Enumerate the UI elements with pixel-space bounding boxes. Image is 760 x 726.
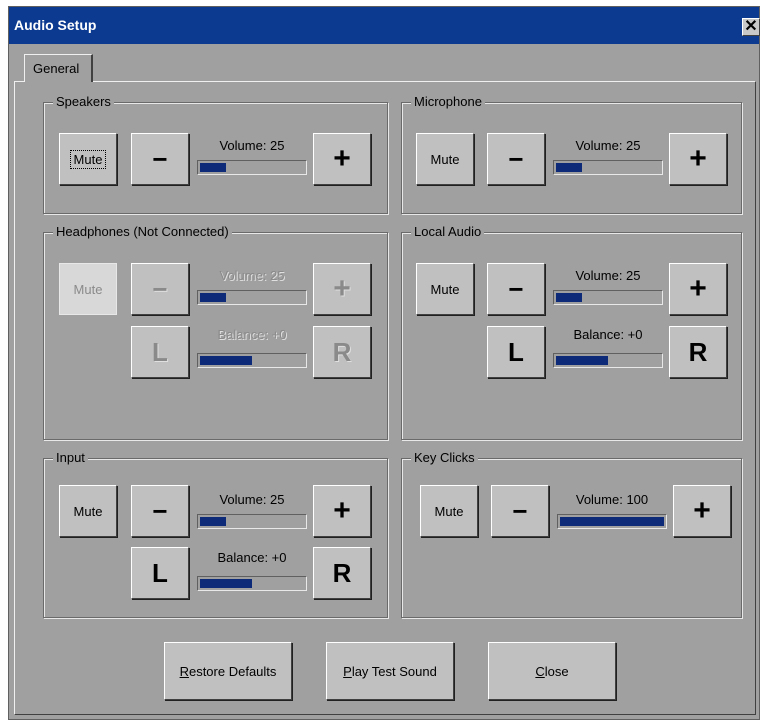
microphone-volume-label: Volume: 25 [575, 138, 641, 153]
headphones-balance-right-button: R [313, 326, 371, 378]
close-label: Close [535, 663, 569, 679]
window-title: Audio Setup [14, 17, 97, 33]
input-volume-fill [200, 517, 226, 526]
speakers-volume-fill [200, 163, 226, 172]
headphones-balance-fill [200, 356, 252, 365]
headphones-balance-left-button: L [131, 326, 189, 378]
play-test-sound-label: Play Test Sound [343, 663, 437, 679]
close-icon: ✕ [744, 18, 758, 35]
title-bar: Audio Setup ✕ [9, 7, 760, 44]
input-balance-left-button[interactable]: L [131, 547, 189, 599]
local-audio-volume-up-button[interactable]: + [669, 263, 727, 315]
microphone-group: Microphone Mute − Volume: 25 + [401, 94, 742, 214]
local-audio-mute-button[interactable]: Mute [416, 263, 474, 315]
plus-icon: + [693, 494, 711, 527]
key-clicks-mute-button[interactable]: Mute [420, 485, 478, 537]
plus-icon: + [689, 142, 707, 175]
microphone-volume-down-button[interactable]: − [487, 133, 545, 185]
balance-left-glyph: L [508, 336, 524, 367]
speakers-volume-label: Volume: 25 [219, 138, 285, 153]
local-audio-balance-label: Balance: +0 [573, 327, 643, 342]
key-clicks-volume-slider[interactable] [557, 514, 667, 529]
microphone-volume-slider[interactable] [553, 160, 663, 175]
balance-right-glyph: R [332, 336, 352, 367]
minus-icon: − [508, 273, 524, 304]
headphones-group: Headphones (Not Connected) Mute − Volume… [43, 224, 388, 440]
input-balance-right-button[interactable]: R [313, 547, 371, 599]
headphones-volume-up-button: + [313, 263, 371, 315]
microphone-group-label: Microphone [411, 94, 485, 109]
speakers-group-label: Speakers [53, 94, 114, 109]
plus-icon: + [689, 272, 707, 305]
local-audio-group-label: Local Audio [411, 224, 485, 239]
tab-general[interactable]: General [24, 54, 93, 82]
speakers-volume-up-button[interactable]: + [313, 133, 371, 185]
minus-icon: − [152, 495, 168, 526]
close-button[interactable]: Close [488, 642, 616, 700]
speakers-group: Speakers Mute − Volume: 25 + [43, 94, 388, 214]
input-volume-label: Volume: 25 [219, 492, 285, 507]
plus-icon: + [333, 142, 351, 175]
play-test-sound-button[interactable]: Play Test Sound [326, 642, 454, 700]
speakers-volume-slider[interactable] [197, 160, 307, 175]
restore-defaults-button[interactable]: Restore Defaults [164, 642, 292, 700]
speakers-volume-down-button[interactable]: − [131, 133, 189, 185]
microphone-volume-up-button[interactable]: + [669, 133, 727, 185]
key-clicks-group: Key Clicks Mute − Volume: 100 + [401, 450, 742, 618]
local-audio-volume-fill [556, 293, 582, 302]
key-clicks-volume-up-button[interactable]: + [673, 485, 731, 537]
local-audio-volume-label: Volume: 25 [575, 268, 641, 283]
headphones-volume-down-button: − [131, 263, 189, 315]
tab-general-label: General [33, 61, 80, 76]
input-balance-slider[interactable] [197, 576, 307, 591]
balance-left-glyph: L [152, 557, 168, 588]
headphones-volume-fill [200, 293, 226, 302]
input-balance-label: Balance: +0 [217, 550, 287, 565]
input-volume-slider[interactable] [197, 514, 307, 529]
restore-defaults-label: Restore Defaults [179, 663, 277, 679]
key-clicks-volume-fill [560, 517, 664, 526]
input-volume-up-button[interactable]: + [313, 485, 371, 537]
input-group-label: Input [53, 450, 88, 465]
local-audio-balance-left-button[interactable]: L [487, 326, 545, 378]
balance-right-glyph: R [688, 336, 708, 367]
key-clicks-volume-label: Volume: 100 [575, 492, 649, 507]
plus-icon: + [333, 272, 351, 305]
minus-icon: − [512, 495, 528, 526]
local-audio-balance-fill [556, 356, 608, 365]
input-mute-button[interactable]: Mute [59, 485, 117, 537]
local-audio-balance-right-button[interactable]: R [669, 326, 727, 378]
headphones-group-label: Headphones (Not Connected) [53, 224, 232, 239]
headphones-balance-slider [197, 353, 307, 368]
minus-icon: − [508, 143, 524, 174]
local-audio-volume-down-button[interactable]: − [487, 263, 545, 315]
headphones-balance-label: Balance: +0 [217, 327, 287, 342]
input-group: Input Mute − Volume: 25 + L Balance: +0 … [43, 450, 388, 618]
minus-icon: − [152, 273, 168, 304]
local-audio-volume-slider[interactable] [553, 290, 663, 305]
headphones-mute-button: Mute [59, 263, 117, 315]
input-balance-fill [200, 579, 252, 588]
microphone-volume-fill [556, 163, 582, 172]
general-panel: Speakers Mute − Volume: 25 + Microphone … [14, 81, 756, 715]
headphones-volume-slider [197, 290, 307, 305]
input-volume-down-button[interactable]: − [131, 485, 189, 537]
local-audio-group: Local Audio Mute − Volume: 25 + L Balanc… [401, 224, 742, 440]
key-clicks-volume-down-button[interactable]: − [491, 485, 549, 537]
local-audio-balance-slider[interactable] [553, 353, 663, 368]
balance-right-glyph: R [332, 557, 352, 588]
microphone-mute-button[interactable]: Mute [416, 133, 474, 185]
close-window-button[interactable]: ✕ [742, 18, 760, 36]
plus-icon: + [333, 494, 351, 527]
key-clicks-group-label: Key Clicks [411, 450, 478, 465]
minus-icon: − [152, 143, 168, 174]
speakers-mute-button[interactable]: Mute [59, 133, 117, 185]
headphones-volume-label: Volume: 25 [219, 268, 285, 283]
balance-left-glyph: L [152, 336, 168, 367]
audio-setup-window: Audio Setup ✕ General Speakers Mute − Vo… [8, 6, 760, 720]
